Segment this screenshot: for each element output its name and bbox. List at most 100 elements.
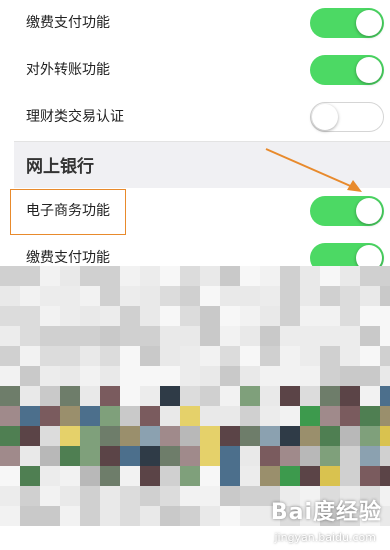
mosaic-cell <box>200 386 220 406</box>
mosaic-cell <box>120 386 140 406</box>
mosaic-cell <box>200 306 220 326</box>
mosaic-cell <box>0 366 20 386</box>
mosaic-cell <box>300 366 320 386</box>
mosaic-cell <box>380 406 390 426</box>
mosaic-cell <box>0 446 20 466</box>
watermark-url: jingyan.baidu.com <box>274 531 376 544</box>
mosaic-cell <box>20 306 40 326</box>
mosaic-cell <box>240 406 260 426</box>
mosaic-cell <box>220 346 240 366</box>
mosaic-cell <box>260 446 280 466</box>
mosaic-cell <box>0 426 20 446</box>
mosaic-cell <box>320 466 340 486</box>
mosaic-cell <box>260 466 280 486</box>
mosaic-cell <box>360 386 380 406</box>
mosaic-cell <box>260 366 280 386</box>
mosaic-cell <box>20 386 40 406</box>
mosaic-cell <box>300 266 320 286</box>
mosaic-cell <box>240 426 260 446</box>
mosaic-cell <box>20 466 40 486</box>
mosaic-cell <box>200 426 220 446</box>
mosaic-cell <box>180 486 200 506</box>
mosaic-cell <box>300 306 320 326</box>
mosaic-cell <box>60 446 80 466</box>
mosaic-cell <box>0 486 20 506</box>
mosaic-cell <box>160 306 180 326</box>
mosaic-cell <box>160 386 180 406</box>
mosaic-cell <box>200 366 220 386</box>
mosaic-cell <box>100 266 120 286</box>
mosaic-cell <box>60 346 80 366</box>
mosaic-cell <box>380 446 390 466</box>
mosaic-cell <box>60 306 80 326</box>
mosaic-cell <box>60 386 80 406</box>
mosaic-cell <box>200 346 220 366</box>
mosaic-cell <box>200 406 220 426</box>
mosaic-cell <box>40 286 60 306</box>
mosaic-cell <box>40 486 60 506</box>
mosaic-cell <box>140 346 160 366</box>
mosaic-cell <box>60 286 80 306</box>
mosaic-cell <box>100 446 120 466</box>
mosaic-cell <box>0 406 20 426</box>
mosaic-cell <box>160 506 180 526</box>
mosaic-cell <box>100 406 120 426</box>
mosaic-cell <box>200 486 220 506</box>
mosaic-cell <box>0 346 20 366</box>
mosaic-cell <box>80 506 100 526</box>
mosaic-cell <box>340 286 360 306</box>
mosaic-cell <box>40 506 60 526</box>
mosaic-cell <box>200 286 220 306</box>
mosaic-cell <box>40 466 60 486</box>
mosaic-cell <box>40 266 60 286</box>
settings-screen: 缴费支付功能 对外转账功能 理财类交易认证 网上银行 电子商务功能 缴费支付功能… <box>0 0 390 550</box>
mosaic-cell <box>160 466 180 486</box>
mosaic-cell <box>0 286 20 306</box>
mosaic-cell <box>280 366 300 386</box>
mosaic-cell <box>60 486 80 506</box>
mosaic-cell <box>280 406 300 426</box>
mosaic-cell <box>100 326 120 346</box>
mosaic-cell <box>180 386 200 406</box>
mosaic-cell <box>180 266 200 286</box>
mosaic-cell <box>280 426 300 446</box>
mosaic-cell <box>280 386 300 406</box>
mosaic-cell <box>300 426 320 446</box>
mosaic-cell <box>340 266 360 286</box>
mosaic-cell <box>60 466 80 486</box>
mosaic-cell <box>80 466 100 486</box>
mosaic-cell <box>220 426 240 446</box>
mosaic-cell <box>80 326 100 346</box>
mosaic-cell <box>80 386 100 406</box>
mosaic-cell <box>200 326 220 346</box>
mosaic-cell <box>280 346 300 366</box>
mosaic-cell <box>340 306 360 326</box>
mosaic-cell <box>100 466 120 486</box>
mosaic-cell <box>140 466 160 486</box>
mosaic-cell <box>180 406 200 426</box>
mosaic-cell <box>140 486 160 506</box>
mosaic-cell <box>40 326 60 346</box>
mosaic-cell <box>220 406 240 426</box>
mosaic-cell <box>140 306 160 326</box>
mosaic-cell <box>120 366 140 386</box>
mosaic-cell <box>360 266 380 286</box>
mosaic-cell <box>360 446 380 466</box>
mosaic-cell <box>240 286 260 306</box>
mosaic-cell <box>240 466 260 486</box>
mosaic-cell <box>120 406 140 426</box>
mosaic-cell <box>240 346 260 366</box>
mosaic-cell <box>340 466 360 486</box>
mosaic-cell <box>380 346 390 366</box>
mosaic-cell <box>220 306 240 326</box>
mosaic-cell <box>200 466 220 486</box>
mosaic-cell <box>80 426 100 446</box>
mosaic-cell <box>220 506 240 526</box>
mosaic-cell <box>80 266 100 286</box>
mosaic-cell <box>340 426 360 446</box>
mosaic-cell <box>180 466 200 486</box>
mosaic-cell <box>20 346 40 366</box>
mosaic-cell <box>60 426 80 446</box>
mosaic-cell <box>280 286 300 306</box>
mosaic-cell <box>260 346 280 366</box>
